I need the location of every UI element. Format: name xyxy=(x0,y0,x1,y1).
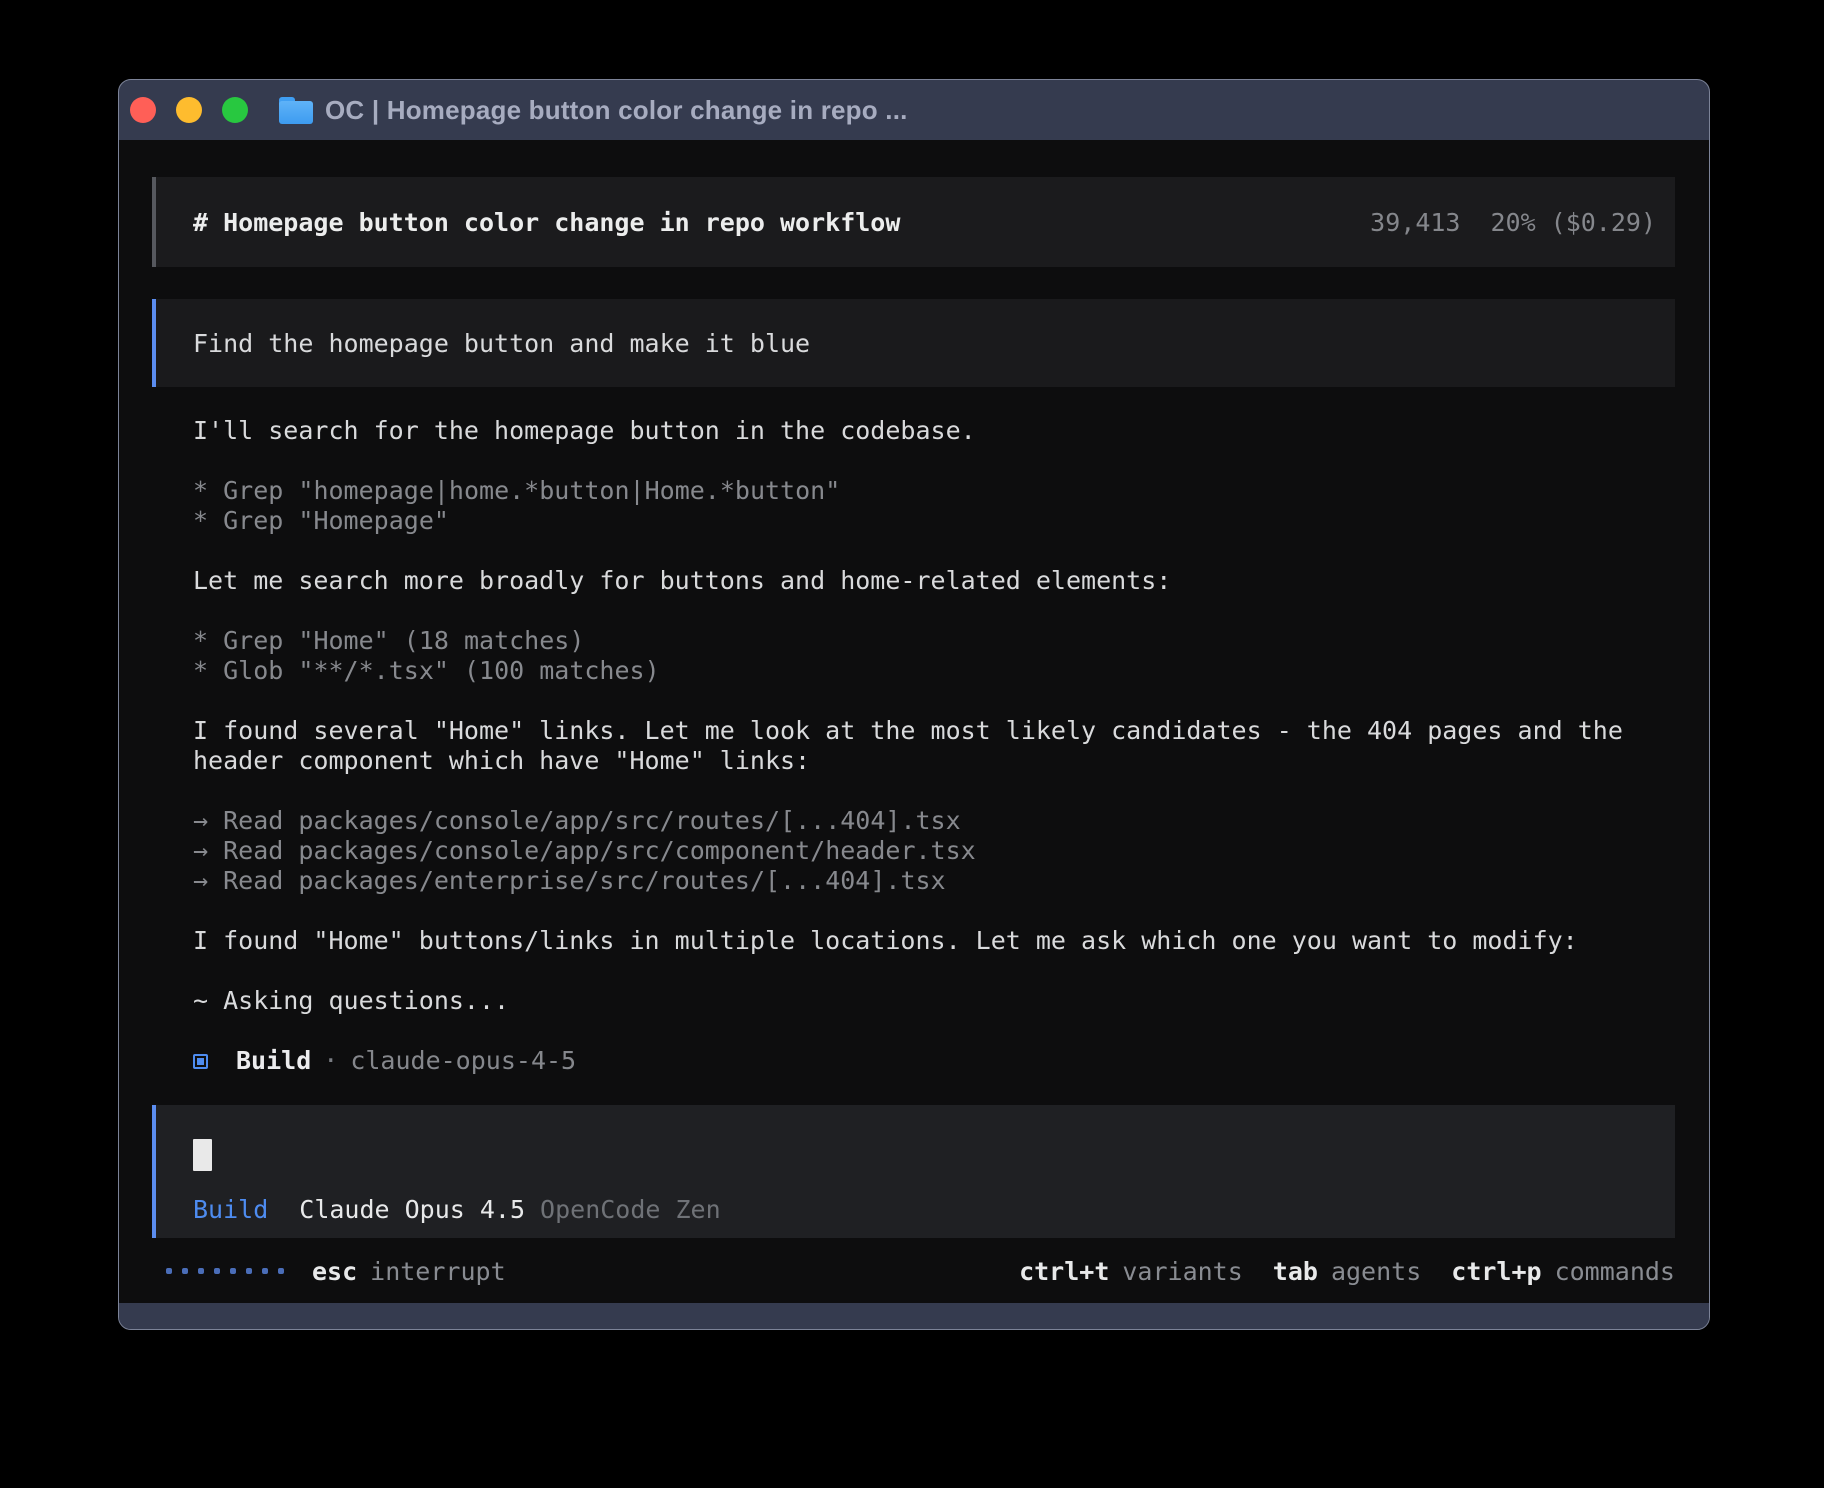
hint-variants: ctrl+t variants xyxy=(1019,1257,1243,1286)
spinner-dot xyxy=(262,1268,268,1274)
tool-args: "homepage|home.*button|Home.*button" xyxy=(298,476,840,505)
agent-status-row: Build · claude-opus-4-5 xyxy=(193,1046,1675,1076)
tool-name: Glob xyxy=(223,656,283,685)
tool-call-read: → Read packages/console/app/src/componen… xyxy=(193,836,1675,866)
blank-line xyxy=(193,896,1675,926)
arrow-icon: → xyxy=(193,836,208,865)
tool-call-grep: * Grep "Homepage" xyxy=(193,506,1675,536)
hint-key: tab xyxy=(1273,1257,1318,1286)
session-stats: 39,413 20% ($0.29) xyxy=(1370,208,1656,237)
spinner-dots xyxy=(166,1268,284,1274)
hint-label: agents xyxy=(1331,1257,1421,1286)
spinner-dot xyxy=(214,1268,220,1274)
build-agent-icon xyxy=(193,1054,208,1069)
assistant-text: I found "Home" buttons/links in multiple… xyxy=(193,926,1675,956)
blank-line xyxy=(193,536,1675,566)
user-message-text: Find the homepage button and make it blu… xyxy=(193,329,810,358)
assistant-text: header component which have "Home" links… xyxy=(193,746,1675,776)
spinner-dot xyxy=(166,1268,172,1274)
tool-args: packages/console/app/src/component/heade… xyxy=(298,836,975,865)
user-message: Find the homepage button and make it blu… xyxy=(152,299,1675,387)
window-bottom-chrome xyxy=(119,1303,1709,1329)
blank-line xyxy=(193,1016,1675,1046)
traffic-lights xyxy=(130,97,248,123)
input-provider-label: OpenCode Zen xyxy=(540,1195,721,1224)
tool-call-read: → Read packages/console/app/src/routes/[… xyxy=(193,806,1675,836)
agent-name: Build xyxy=(236,1046,311,1076)
spinner-dot xyxy=(246,1268,252,1274)
tool-args: "**/*.tsx" (100 matches) xyxy=(298,656,659,685)
input-agent-label[interactable]: Build xyxy=(193,1195,268,1224)
token-count: 39,413 xyxy=(1370,208,1460,237)
blank-line xyxy=(193,686,1675,716)
blank-line xyxy=(193,776,1675,806)
transcript: I'll search for the homepage button in t… xyxy=(152,416,1675,1076)
spinner-dot xyxy=(182,1268,188,1274)
tool-name: Read xyxy=(223,866,283,895)
minimize-button[interactable] xyxy=(176,97,202,123)
assistant-text: I found several "Home" links. Let me loo… xyxy=(193,716,1675,746)
tool-args: packages/console/app/src/routes/[...404]… xyxy=(298,806,960,835)
spinner-dot xyxy=(230,1268,236,1274)
hint-label: commands xyxy=(1555,1257,1675,1286)
folder-icon xyxy=(279,97,313,124)
blank-line xyxy=(193,446,1675,476)
prompt-input[interactable]: Build Claude Opus 4.5 OpenCode Zen xyxy=(152,1105,1675,1238)
terminal-content: # Homepage button color change in repo w… xyxy=(119,140,1709,1303)
status-line: ~ Asking questions... xyxy=(193,986,1675,1016)
session-header: # Homepage button color change in repo w… xyxy=(152,177,1675,267)
close-button[interactable] xyxy=(130,97,156,123)
tool-args: "Home" (18 matches) xyxy=(298,626,584,655)
tool-args: packages/enterprise/src/routes/[...404].… xyxy=(298,866,945,895)
spinner-dot xyxy=(198,1268,204,1274)
hint-commands: ctrl+p commands xyxy=(1451,1257,1675,1286)
fullscreen-button[interactable] xyxy=(222,97,248,123)
arrow-icon: → xyxy=(193,866,208,895)
hints-right: ctrl+t variants tab agents ctrl+p comman… xyxy=(1019,1257,1675,1286)
hint-label: variants xyxy=(1122,1257,1242,1286)
context-percent: 20% xyxy=(1490,208,1535,237)
tool-name: Grep xyxy=(223,506,283,535)
separator-dot: · xyxy=(323,1046,338,1076)
tool-args: "Homepage" xyxy=(298,506,449,535)
hint-key: ctrl+t xyxy=(1019,1257,1109,1286)
status-bar: esc interrupt ctrl+t variants tab agents… xyxy=(152,1256,1675,1286)
hint-interrupt: esc interrupt xyxy=(312,1257,506,1286)
input-model-label[interactable]: Claude Opus 4.5 xyxy=(299,1195,525,1224)
hint-agents: tab agents xyxy=(1273,1257,1421,1286)
tool-bullet: * xyxy=(193,476,208,505)
blank-line xyxy=(193,596,1675,626)
assistant-text: I'll search for the homepage button in t… xyxy=(193,416,1675,446)
blank-line xyxy=(193,956,1675,986)
agent-model: claude-opus-4-5 xyxy=(350,1046,576,1076)
arrow-icon: → xyxy=(193,806,208,835)
tool-call-glob: * Glob "**/*.tsx" (100 matches) xyxy=(193,656,1675,686)
assistant-text: Let me search more broadly for buttons a… xyxy=(193,566,1675,596)
tool-bullet: * xyxy=(193,656,208,685)
window-title: OC | Homepage button color change in rep… xyxy=(325,95,908,126)
tool-bullet: * xyxy=(193,626,208,655)
tool-call-grep: * Grep "Home" (18 matches) xyxy=(193,626,1675,656)
tool-name: Read xyxy=(223,806,283,835)
session-title: # Homepage button color change in repo w… xyxy=(193,208,900,237)
spinner-dot xyxy=(278,1268,284,1274)
hint-key: ctrl+p xyxy=(1451,1257,1541,1286)
hint-key: esc xyxy=(312,1257,357,1286)
input-meta: Build Claude Opus 4.5 OpenCode Zen xyxy=(193,1195,1655,1224)
tool-call-read: → Read packages/enterprise/src/routes/[.… xyxy=(193,866,1675,896)
tool-name: Grep xyxy=(223,476,283,505)
tool-bullet: * xyxy=(193,506,208,535)
terminal-window: OC | Homepage button color change in rep… xyxy=(118,79,1710,1330)
hint-label: interrupt xyxy=(370,1257,505,1286)
session-cost: ($0.29) xyxy=(1551,208,1656,237)
text-cursor xyxy=(193,1139,212,1171)
tool-call-grep: * Grep "homepage|home.*button|Home.*butt… xyxy=(193,476,1675,506)
tool-name: Read xyxy=(223,836,283,865)
window-titlebar[interactable]: OC | Homepage button color change in rep… xyxy=(119,80,1709,140)
tool-name: Grep xyxy=(223,626,283,655)
